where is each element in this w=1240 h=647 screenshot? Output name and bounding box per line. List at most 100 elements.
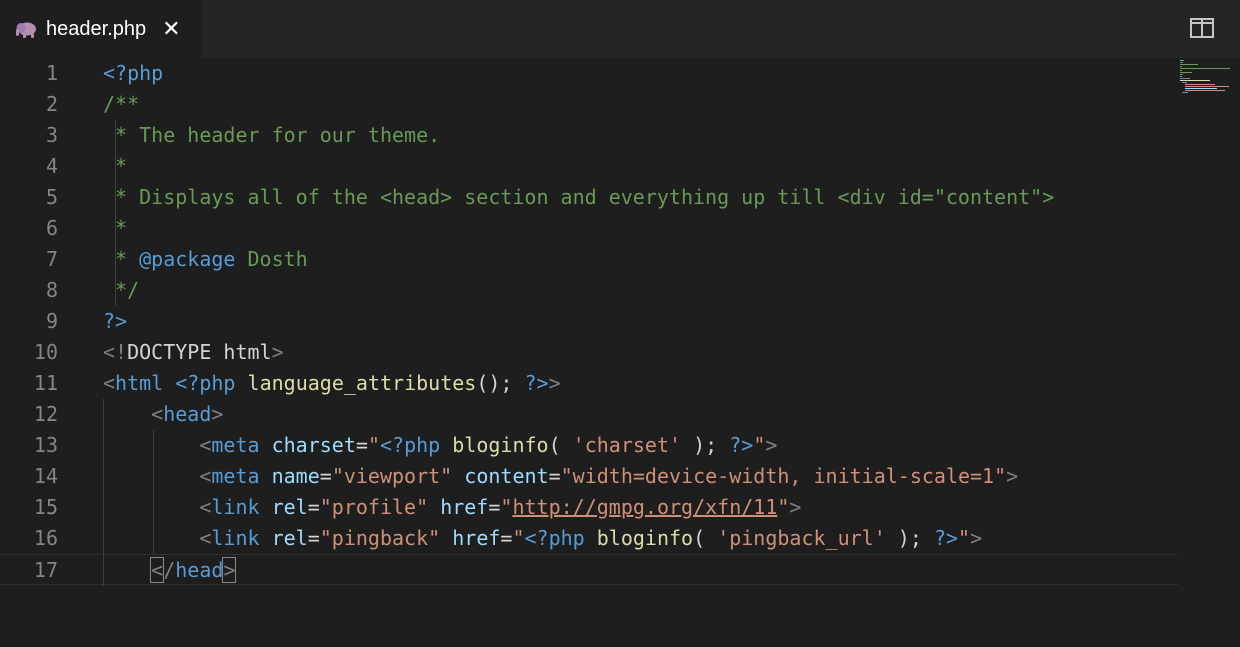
code-token: html (115, 371, 164, 395)
code-text: </head> (103, 555, 237, 586)
code-token: "viewport" (331, 464, 453, 488)
code-token: rel (271, 526, 308, 550)
code-token: meta (211, 433, 260, 457)
line-number: 12 (33, 402, 58, 426)
code-token: > (1006, 464, 1019, 488)
code-token: > (970, 526, 983, 550)
line-number: 10 (33, 340, 58, 364)
code-line[interactable]: 3 * The header for our theme. (0, 120, 1178, 151)
code-token: " (512, 526, 525, 550)
code-token: < (103, 371, 116, 395)
code-line[interactable]: 17 </head> (0, 554, 1178, 586)
code-token: = (488, 495, 501, 519)
code-token: " (500, 495, 513, 519)
code-token: > (789, 495, 802, 519)
line-number: 5 (45, 185, 58, 209)
code-token: (); (476, 371, 525, 395)
code-line[interactable]: 16 <link rel="pingback" href="<?php blog… (0, 523, 1178, 554)
line-number: 9 (45, 309, 58, 333)
code-token: "width=device-width, initial-scale=1" (560, 464, 1007, 488)
code-line[interactable]: 15 <link rel="profile" href="http://gmpg… (0, 492, 1178, 523)
code-text: * The header for our theme. (103, 120, 440, 151)
line-number: 8 (45, 278, 58, 302)
split-editor-icon[interactable] (1190, 18, 1214, 38)
minimap[interactable] (1178, 58, 1240, 118)
code-token: ?> (729, 433, 754, 457)
code-token: name (271, 464, 320, 488)
code-line[interactable]: 6 * (0, 213, 1178, 244)
code-token: */ (103, 278, 140, 302)
code-token: link (211, 495, 260, 519)
code-text: <head> (103, 399, 223, 430)
code-token: ); (681, 433, 730, 457)
code-token: content (464, 464, 549, 488)
code-line[interactable]: 9 ?> (0, 306, 1178, 337)
tab-header-php[interactable]: header.php ✕ (0, 0, 202, 58)
code-token: @package (139, 247, 236, 271)
code-line[interactable]: 12 <head> (0, 399, 1178, 430)
code-token: <?php (175, 371, 236, 395)
tab-title: header.php (46, 17, 147, 40)
line-number: 14 (33, 464, 58, 488)
code-token: Dosth (235, 247, 308, 271)
tab-bar: header.php ✕ (0, 0, 1240, 58)
code-text: ?> (103, 306, 127, 337)
code-token: > (765, 433, 778, 457)
code-text: <?php (103, 58, 163, 89)
code-line[interactable]: 13 <meta charset="<?php bloginfo( 'chars… (0, 430, 1178, 461)
line-number: 4 (45, 154, 58, 178)
code-token: http://gmpg.org/xfn/11 (512, 495, 778, 519)
code-token: charset (271, 433, 356, 457)
close-icon[interactable]: ✕ (162, 17, 180, 42)
code-token: head (163, 402, 212, 426)
code-line[interactable]: 8 */ (0, 275, 1178, 306)
code-line[interactable]: 1 <?php (0, 58, 1178, 89)
code-line[interactable]: 10 <!DOCTYPE html> (0, 337, 1178, 368)
code-line[interactable]: 5 * Displays all of the <head> section a… (0, 182, 1178, 213)
code-text: /** (103, 89, 139, 120)
code-token: ?> (103, 309, 128, 333)
code-text: <meta name="viewport" content="width=dev… (103, 461, 1018, 492)
code-line[interactable]: 4 * (0, 151, 1178, 182)
code-token: " (753, 433, 766, 457)
elephant-icon (14, 19, 38, 39)
code-token: * (103, 216, 128, 240)
code-token: <! (103, 340, 128, 364)
code-token: href (452, 526, 501, 550)
code-line[interactable]: 7 * @package Dosth (0, 244, 1178, 275)
code-token: bloginfo (596, 526, 694, 550)
code-token: > (271, 340, 284, 364)
code-line[interactable]: 11 <html <?php language_attributes(); ?>> (0, 368, 1178, 399)
code-line[interactable]: 2 /** (0, 89, 1178, 120)
code-token: > (548, 371, 561, 395)
code-line[interactable]: 14 <meta name="viewport" content="width=… (0, 461, 1178, 492)
code-editor[interactable]: 1 <?php 2/** 3 * The header for our theme. 4… (0, 58, 1178, 647)
code-text: <link rel="profile" href="http://gmpg.or… (103, 492, 801, 523)
code-text: * (103, 151, 127, 182)
code-token: head (175, 558, 224, 582)
code-token: = (319, 464, 332, 488)
code-text: * Displays all of the <head> section and… (103, 182, 1054, 213)
code-token: ?> (524, 371, 549, 395)
code-token: < (151, 402, 164, 426)
code-text: <meta charset="<?php bloginfo( 'charset'… (103, 430, 777, 461)
code-token: ); (885, 526, 934, 550)
code-token: ?> (933, 526, 959, 550)
code-text: <!DOCTYPE html> (103, 337, 284, 368)
code-token: " (958, 526, 971, 550)
line-number: 15 (33, 495, 58, 519)
code-text: <html <?php language_attributes(); ?>> (103, 368, 561, 399)
line-number: 3 (45, 123, 58, 147)
code-token: <?php (103, 61, 164, 85)
code-token: < (199, 495, 212, 519)
code-token: > (211, 402, 224, 426)
code-token: > (222, 557, 237, 583)
